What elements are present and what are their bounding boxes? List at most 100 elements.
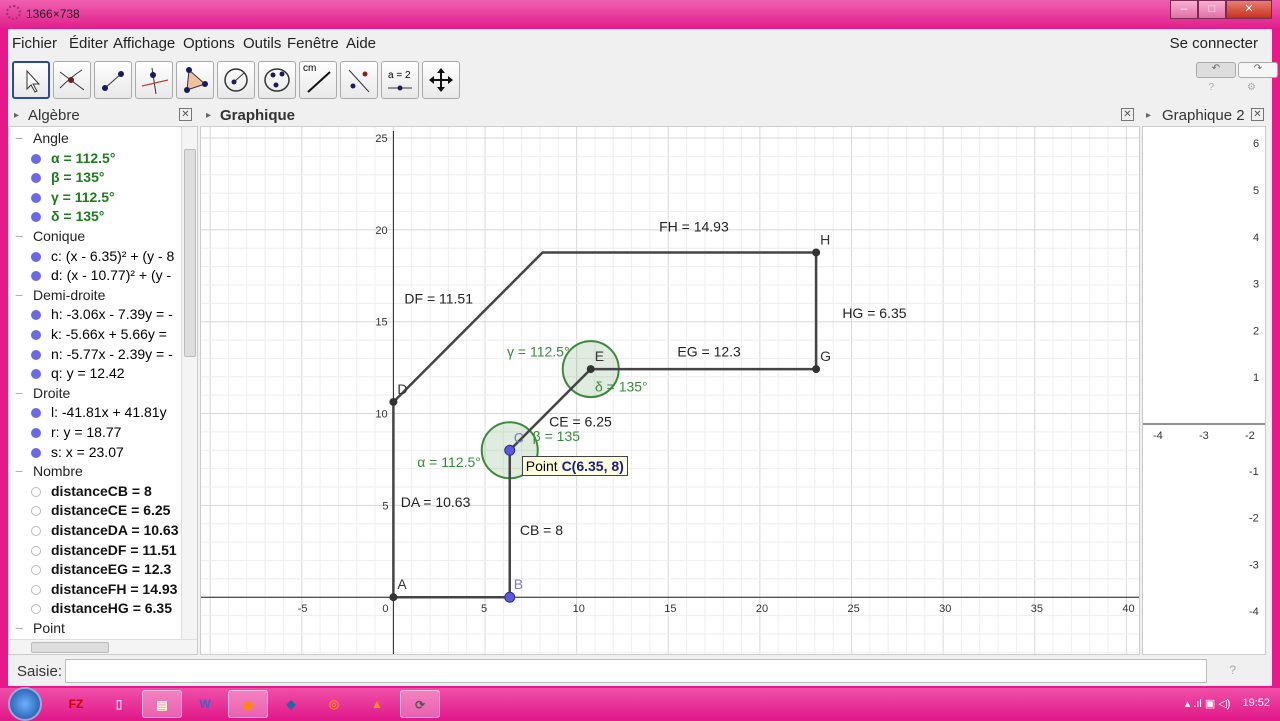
algebra-item[interactable]: distanceCB = 8 [9, 483, 152, 502]
visibility-toggle[interactable] [31, 604, 41, 615]
settings-gear-icon[interactable]: ⚙ [1247, 82, 1256, 93]
input-field[interactable] [65, 659, 1207, 683]
visibility-toggle[interactable] [31, 192, 41, 203]
graphics2-canvas[interactable]: 6 5 4 3 2 1 -1 -2 -3 -4 -4 -3 -2 [1143, 127, 1266, 655]
tool-move[interactable] [12, 61, 50, 99]
menu-options[interactable]: Options [183, 35, 235, 52]
point-g[interactable] [812, 365, 821, 374]
tool-reflect[interactable] [340, 61, 378, 99]
algebra-category[interactable]: Conique [9, 228, 85, 247]
taskbar-app-icon[interactable]: ◎ [314, 690, 354, 718]
algebra-item[interactable]: r: y = 18.77 [9, 424, 121, 443]
graphics-view[interactable]: -5 0 5 10 15 20 25 30 35 40 5 10 15 20 25 A B C D E G H FH = 1… [200, 126, 1140, 655]
tool-intersect[interactable] [53, 61, 91, 99]
algebra-item[interactable]: c: (x - 6.35)² + (y - 8 [9, 248, 174, 267]
algebra-item[interactable]: n: -5.77x - 2.39y = - [9, 346, 173, 365]
algebra-item[interactable]: l: -41.81x + 41.81y [9, 404, 167, 423]
algebra-category[interactable]: Demi-droite [9, 287, 105, 306]
geometry-canvas[interactable]: -5 0 5 10 15 20 25 30 35 40 5 10 15 20 25 A B C D E G H FH = 1… [201, 127, 1140, 655]
algebra-category[interactable]: Point [9, 620, 65, 639]
close-graphics-icon[interactable]: ✕ [1121, 108, 1134, 121]
algebra-item[interactable]: α = 112.5° [9, 150, 115, 169]
taskbar-app-icon[interactable]: ◆ [271, 690, 311, 718]
tool-conic[interactable] [258, 61, 296, 99]
taskbar-app-icon[interactable]: ⟳ [400, 690, 440, 718]
algebra-item[interactable]: h: -3.06x - 7.39y = - [9, 306, 173, 325]
tray-icons[interactable]: ▴ .ıl ▣ ◁) [1185, 697, 1231, 710]
point-c[interactable] [504, 444, 516, 456]
menu-fichier[interactable]: Fichier [12, 35, 57, 52]
help-icon[interactable]: ? [1208, 82, 1214, 93]
visibility-toggle[interactable] [31, 310, 41, 321]
algebra-horizontal-scrollbar[interactable] [9, 639, 197, 654]
menu-aide[interactable]: Aide [346, 35, 376, 52]
visibility-toggle[interactable] [31, 153, 41, 164]
algebra-item[interactable]: d: (x - 10.77)² + (y - [9, 267, 171, 286]
minimize-button[interactable]: – [1170, 0, 1198, 19]
collapse-triangle-icon[interactable]: ▸ [206, 110, 211, 121]
redo-button[interactable]: ↷ [1238, 62, 1278, 78]
algebra-item[interactable]: distanceCE = 6.25 [9, 502, 170, 521]
visibility-toggle[interactable] [31, 506, 41, 517]
algebra-item[interactable]: distanceEG = 12.3 [9, 561, 171, 580]
maximize-button[interactable]: □ [1198, 0, 1226, 19]
taskbar-app-icon[interactable]: ▤ [142, 690, 182, 718]
menu-outils[interactable]: Outils [243, 35, 281, 52]
visibility-toggle[interactable] [31, 565, 41, 576]
menu-editer[interactable]: Éditer [69, 35, 108, 52]
algebra-item[interactable]: k: -5.66x + 5.66y = [9, 326, 167, 345]
point-d[interactable] [389, 397, 398, 406]
algebra-category[interactable]: Nombre [9, 463, 83, 482]
menu-affichage[interactable]: Affichage [113, 35, 175, 52]
taskbar-app-icon[interactable]: ◉ [228, 690, 268, 718]
visibility-toggle[interactable] [31, 330, 41, 340]
start-button[interactable] [8, 687, 42, 721]
visibility-toggle[interactable] [31, 349, 41, 360]
algebra-item[interactable]: distanceDA = 10.63 [9, 522, 179, 541]
tool-segment[interactable] [94, 61, 132, 99]
tool-circle[interactable] [217, 61, 255, 99]
visibility-toggle[interactable] [31, 212, 41, 223]
tool-slider[interactable]: a = 2 [381, 61, 419, 99]
algebra-item[interactable]: γ = 112.5° [9, 189, 115, 208]
algebra-item[interactable]: s: x = 23.07 [9, 444, 124, 463]
collapse-triangle-icon[interactable]: ▸ [14, 110, 19, 121]
algebra-category[interactable]: Droite [9, 385, 70, 404]
close-algebra-icon[interactable]: ✕ [179, 108, 192, 121]
visibility-toggle[interactable] [31, 447, 41, 458]
close-graphics2-icon[interactable]: ✕ [1251, 108, 1264, 121]
point-h[interactable] [812, 248, 821, 257]
algebra-item[interactable]: distanceDF = 11.51 [9, 542, 177, 561]
undo-button[interactable]: ↶ [1196, 62, 1236, 78]
tool-perpendicular[interactable] [135, 61, 173, 99]
taskbar-app-icon[interactable]: W [185, 690, 225, 718]
visibility-toggle[interactable] [31, 369, 41, 380]
visibility-toggle[interactable] [31, 428, 41, 438]
close-button[interactable]: ✕ [1226, 0, 1272, 19]
taskbar-app-icon[interactable]: ▯ [99, 690, 139, 718]
visibility-toggle[interactable] [31, 584, 41, 595]
tool-distance[interactable]: cm [299, 61, 337, 99]
visibility-toggle[interactable] [31, 526, 41, 536]
tool-move-graphics[interactable] [422, 61, 460, 99]
collapse-triangle-icon[interactable]: ▸ [1146, 110, 1151, 121]
algebra-item[interactable]: distanceFH = 14.93 [9, 581, 177, 600]
clock[interactable]: 19:52 [1242, 697, 1270, 710]
visibility-toggle[interactable] [31, 545, 41, 556]
tool-polygon[interactable] [176, 61, 214, 99]
algebra-item[interactable]: β = 135° [9, 169, 104, 188]
visibility-toggle[interactable] [31, 271, 41, 282]
algebra-item[interactable]: distanceHG = 6.35 [9, 600, 172, 619]
point-b[interactable] [504, 591, 516, 603]
point-a[interactable] [389, 593, 398, 602]
visibility-toggle[interactable] [31, 251, 41, 262]
taskbar-app-icon[interactable]: FZ [56, 690, 96, 718]
algebra-vertical-scrollbar[interactable] [181, 127, 197, 639]
menu-fenetre[interactable]: Fenêtre [287, 35, 339, 52]
algebra-category[interactable]: Angle [9, 130, 69, 149]
visibility-toggle[interactable] [31, 173, 41, 184]
taskbar-app-icon[interactable]: ▲ [357, 690, 397, 718]
input-help-icon[interactable]: ? [1229, 663, 1236, 677]
graphics2-view[interactable]: 6 5 4 3 2 1 -1 -2 -3 -4 -4 -3 -2 [1142, 126, 1266, 655]
algebra-item[interactable]: δ = 135° [9, 208, 104, 227]
